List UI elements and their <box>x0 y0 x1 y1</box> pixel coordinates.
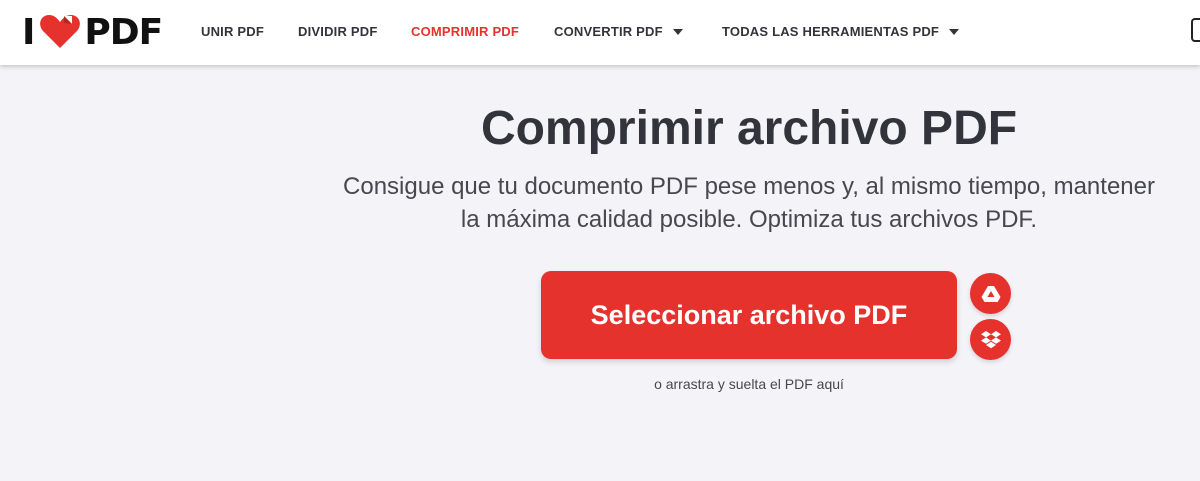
ilovepdf-logo[interactable]: I PDF <box>22 11 163 53</box>
logo-text: PDF <box>84 11 163 53</box>
subtitle-line-1: Consigue que tu documento PDF pese menos… <box>343 173 1155 200</box>
nav-unir-pdf[interactable]: UNIR PDF <box>201 24 264 39</box>
nav-convertir-pdf[interactable]: CONVERTIR PDF <box>554 24 683 39</box>
page-subtitle: Consigue que tu documento PDF pese menos… <box>300 170 1198 236</box>
top-header: I PDF UNIR PDF DIVIDIR PDF COMPRIMIR PDF… <box>0 0 1200 65</box>
dropbox-button[interactable] <box>970 319 1011 360</box>
nav-label: DIVIDIR PDF <box>298 24 378 39</box>
nav-dividir-pdf[interactable]: DIVIDIR PDF <box>298 24 377 39</box>
nav-comprimir-pdf[interactable]: COMPRIMIR PDF <box>411 24 519 39</box>
page-title: Comprimir archivo PDF <box>480 102 1018 155</box>
chevron-down-icon <box>672 28 683 35</box>
nav-label: UNIR PDF <box>201 24 264 39</box>
heart-icon <box>40 15 81 48</box>
nav-label: CONVERTIR PDF <box>554 24 663 39</box>
subtitle-line-2: la máxima calidad posible. Optimiza tus … <box>460 206 1038 233</box>
user-menu-icon[interactable] <box>1191 18 1200 42</box>
google-drive-button[interactable] <box>970 273 1011 314</box>
dropbox-icon <box>980 330 1001 348</box>
logo-prefix: I <box>22 11 35 53</box>
nav-todas-herramientas[interactable]: TODAS LAS HERRAMIENTAS PDF <box>722 24 960 39</box>
nav-label: TODAS LAS HERRAMIENTAS PDF <box>722 24 940 39</box>
drag-drop-hint: o arrastra y suelta el PDF aquí <box>654 376 844 392</box>
chevron-down-icon <box>949 28 960 35</box>
nav-label: COMPRIMIR PDF <box>411 24 520 39</box>
google-drive-icon <box>981 285 1000 302</box>
select-pdf-button[interactable]: Seleccionar archivo PDF <box>541 271 957 359</box>
